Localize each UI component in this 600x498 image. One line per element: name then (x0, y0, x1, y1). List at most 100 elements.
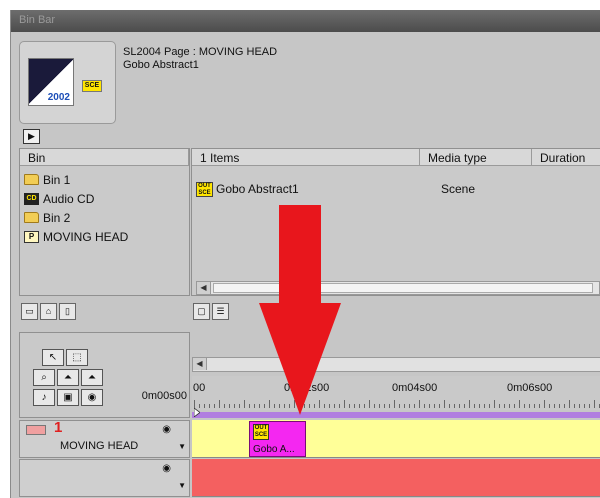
page-icon: P (24, 230, 39, 243)
ruler-tick (324, 404, 325, 408)
ruler-tick (554, 404, 555, 408)
scroll-left-icon[interactable]: ◀ (197, 282, 211, 294)
scene-clip[interactable]: OUT SCE Gobo A... (249, 421, 306, 457)
ruler-label: 0m06s00 (507, 382, 553, 394)
ruler-tick (474, 404, 475, 408)
bin-column-header[interactable]: Bin (20, 149, 189, 166)
ruler-tick (234, 404, 235, 408)
ruler-tick (239, 404, 240, 408)
zoom-in-icon[interactable]: ⏶ (57, 369, 79, 386)
ruler-tick (569, 400, 570, 408)
new-folder-icon[interactable]: ▭ (21, 303, 38, 320)
column-header-items[interactable]: 1 Items (192, 149, 420, 166)
ruler-tick (539, 404, 540, 408)
track-expand-icon[interactable]: ▼ (178, 481, 186, 490)
ruler-tick (374, 404, 375, 408)
ruler-tick (434, 404, 435, 408)
scene-preview-thumbnail[interactable]: 2002 SCE (19, 41, 116, 124)
preview-info: SL2004 Page : MOVING HEAD Gobo Abstract1 (123, 46, 277, 72)
ruler-tick (404, 404, 405, 408)
ruler-tick (309, 404, 310, 408)
folder-icon (24, 212, 39, 223)
list-view-icon[interactable]: ☰ (212, 303, 229, 320)
bin-tree-panel: Bin Bin 1 CD Audio CD Bin 2 P MOVING HEA… (19, 148, 190, 296)
clip-label: Gobo A... (253, 444, 295, 455)
ruler-tick (329, 404, 330, 408)
marquee-select-icon[interactable]: ⬚ (66, 349, 88, 366)
ruler-tick (544, 400, 545, 408)
list-item[interactable]: OUT SCE Gobo Abstract1 Scene (196, 182, 553, 197)
items-horizontal-scrollbar[interactable]: ◀ (196, 281, 600, 295)
bin-item-bin-1[interactable]: Bin 1 (24, 170, 128, 189)
ruler-tick (409, 404, 410, 408)
zoom-icon[interactable]: ⌕ (33, 369, 55, 386)
ruler-tick (384, 404, 385, 408)
bin-item-label: Bin 2 (43, 210, 71, 225)
bin-bar-window: Bin Bar 2002 SCE SL2004 Page : MOVING HE… (10, 10, 600, 498)
audio-icon[interactable]: ♪ (33, 389, 55, 406)
ruler-label: 0m02s00 (284, 382, 330, 394)
title-bar: Bin Bar (11, 10, 600, 32)
ruler-label: 0m04s00 (392, 382, 438, 394)
track-header-2[interactable]: ◉ ▼ (19, 459, 190, 497)
bin-items-panel: 1 Items Media type Duration OUT SCE Gobo … (191, 148, 600, 296)
open-folder-icon[interactable]: ⌂ (40, 303, 57, 320)
selection-range-bar[interactable] (192, 412, 600, 418)
bin-item-moving-head[interactable]: P MOVING HEAD (24, 227, 128, 246)
ruler-tick (244, 400, 245, 408)
ruler-tick (499, 404, 500, 408)
track-color-icon (26, 425, 46, 435)
timeline-track-2[interactable] (192, 459, 600, 497)
ruler-tick (379, 404, 380, 408)
bin-toolbar: ▭ ⌂ ▯ ▢ ☰ (11, 297, 600, 323)
ruler-tick (504, 404, 505, 408)
time-ruler[interactable]: 00 0m02s00 0m04s00 0m06s00 (192, 376, 600, 410)
video-icon[interactable]: ▣ (57, 389, 79, 406)
timeline-scrollbar[interactable]: ◀ (192, 357, 600, 372)
ruler-tick (224, 404, 225, 408)
ruler-tick (549, 404, 550, 408)
playhead-marker[interactable] (194, 408, 200, 417)
trash-icon[interactable]: ▯ (59, 303, 76, 320)
bin-item-bin-2[interactable]: Bin 2 (24, 208, 128, 227)
ruler-tick (589, 404, 590, 408)
column-header-duration[interactable]: Duration (532, 149, 600, 166)
thumbnail-view-icon[interactable]: ▢ (193, 303, 210, 320)
ruler-tick (389, 404, 390, 408)
eye-icon[interactable]: ◉ (162, 463, 171, 474)
ruler-tick (274, 404, 275, 408)
column-header-media-type[interactable]: Media type (420, 149, 532, 166)
zoom-out-icon[interactable]: ⏶ (81, 369, 103, 386)
ruler-tick (369, 400, 370, 408)
bin-item-audio-cd[interactable]: CD Audio CD (24, 189, 128, 208)
track-header-1[interactable]: 1 MOVING HEAD ◉ ▼ (19, 419, 190, 458)
ruler-tick (269, 400, 270, 408)
ruler-tick (469, 400, 470, 408)
ruler-tick (219, 400, 220, 408)
scene-image: 2002 (28, 58, 74, 106)
ruler-tick (354, 404, 355, 408)
ruler-tick (194, 400, 195, 408)
bin-item-label: Audio CD (43, 191, 95, 206)
ruler-tick (314, 404, 315, 408)
select-arrow-icon[interactable]: ↖ (42, 349, 64, 366)
ruler-tick (209, 404, 210, 408)
eye-icon[interactable]: ◉ (162, 424, 171, 435)
ruler-tick (584, 404, 585, 408)
ruler-tick (559, 404, 560, 408)
ruler-tick (264, 404, 265, 408)
ruler-tick (294, 400, 295, 408)
timeline-scroll-left-icon[interactable]: ◀ (193, 358, 207, 370)
ruler-tick (579, 404, 580, 408)
ruler-tick (304, 404, 305, 408)
scrollbar-thumb[interactable] (213, 283, 593, 293)
cd-track-icon[interactable]: ◉ (81, 389, 103, 406)
ruler-tick (359, 404, 360, 408)
ruler-tick (529, 404, 530, 408)
track-expand-icon[interactable]: ▼ (178, 442, 186, 451)
ruler-tick (204, 404, 205, 408)
play-icon[interactable]: ▶ (23, 129, 40, 144)
ruler-tick (524, 404, 525, 408)
ruler-tick (319, 400, 320, 408)
item-media-type: Scene (441, 182, 476, 196)
